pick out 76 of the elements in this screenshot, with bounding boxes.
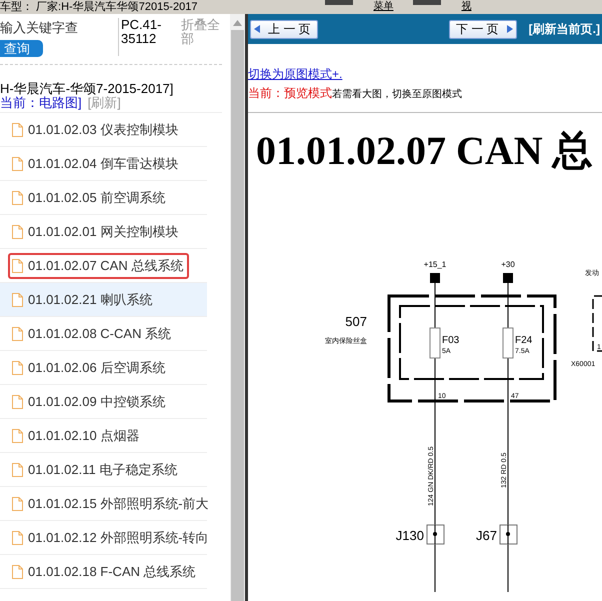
connector-label: J130 — [396, 528, 424, 543]
connector-icon — [500, 524, 518, 544]
supply-label: +15_1 — [424, 260, 446, 269]
item-label: 01.01.02.15 外部照明系统-前大 — [28, 494, 209, 512]
tree-item[interactable]: 01.01.02.03 仪表控制模块 — [8, 116, 184, 142]
file-icon — [12, 190, 23, 204]
item-label: 01.01.02.03 仪表控制模块 — [28, 120, 178, 138]
file-icon — [12, 394, 23, 408]
file-icon — [12, 326, 23, 340]
item-label: 01.01.02.04 倒车雷达模块 — [28, 154, 178, 172]
fuse-icon — [430, 328, 440, 358]
item-label: 01.01.02.10 点烟器 — [28, 426, 140, 444]
toolbar-icon[interactable] — [325, 0, 354, 5]
tree-item[interactable]: 01.01.02.07 CAN 总线系统 — [8, 252, 190, 278]
terminal-icon — [503, 273, 513, 283]
file-icon — [12, 564, 23, 578]
menu-link[interactable]: 视 — [461, 0, 472, 13]
switch-mode-link[interactable]: 切换为原图模式+. — [248, 66, 342, 83]
tree-item[interactable]: 01.01.02.04 倒车雷达模块 — [8, 150, 184, 176]
diagram-title: 01.01.02.07 CAN 总 — [255, 127, 594, 175]
file-icon — [12, 122, 23, 136]
item-label: 01.01.02.01 网关控制模块 — [28, 222, 178, 240]
tree-item[interactable]: 01.01.02.05 前空调系统 — [8, 184, 172, 210]
next-page-button[interactable]: 下 一 页 — [448, 20, 517, 38]
tree-item[interactable]: 01.01.02.12 外部照明系统-转向 — [8, 524, 215, 550]
fuse-name: F03 — [442, 335, 460, 346]
tree-item[interactable]: 01.01.02.06 后空调系统 — [8, 354, 172, 380]
tree-item[interactable]: 01.01.02.18 F-CAN 总线系统 — [8, 558, 202, 584]
supply-label: +30 — [501, 260, 515, 269]
item-label: 01.01.02.05 前空调系统 — [28, 188, 166, 206]
tree-item[interactable]: 01.01.02.08 C-CAN 系统 — [8, 320, 178, 346]
tree-item[interactable]: 01.01.02.01 网关控制模块 — [8, 218, 184, 244]
item-label: 01.01.02.12 外部照明系统-转向 — [28, 528, 209, 546]
item-label: 01.01.02.11 电子稳定系统 — [28, 460, 178, 478]
file-icon — [12, 496, 23, 510]
file-icon — [12, 462, 23, 476]
tree-item[interactable]: 01.01.02.09 中控锁系统 — [8, 388, 172, 414]
terminal-icon — [430, 273, 440, 283]
breadcrumb: H-华晨汽车-华颂7-2015-2017] — [0, 80, 174, 96]
vehicle-label: 车型： 厂家:H-华晨汽车华颂72015-2017 — [0, 0, 198, 14]
tree-item[interactable]: 01.01.02.10 点烟器 — [8, 422, 146, 448]
refresh-page-link[interactable]: [刷新当前页.] — [528, 20, 600, 38]
file-icon — [12, 258, 23, 272]
block-number: 507 — [345, 314, 367, 329]
code-label: PC.41-35112 — [118, 18, 175, 56]
menu-link[interactable]: 菜单 — [373, 0, 394, 13]
item-label: 01.01.02.06 后空调系统 — [28, 358, 166, 376]
scrollbar[interactable] — [230, 14, 245, 601]
tree-item[interactable]: 01.01.02.15 外部照明系统-前大 — [8, 490, 215, 516]
toolbar-icon[interactable] — [413, 0, 442, 5]
tree-item[interactable]: 01.01.02.21 喇叭系统 — [8, 286, 158, 312]
item-label: 01.01.02.08 C-CAN 系统 — [28, 324, 172, 342]
item-label: 01.01.02.07 CAN 总线系统 — [28, 256, 184, 274]
current-view-link[interactable]: 当前：电路图] — [0, 96, 82, 110]
item-label: 01.01.02.09 中控锁系统 — [28, 392, 166, 410]
item-label: 01.01.02.18 F-CAN 总线系统 — [28, 562, 196, 580]
file-icon — [12, 224, 23, 238]
scroll-up-icon[interactable] — [233, 20, 242, 26]
previous-page-button[interactable]: 上 一 页 — [250, 20, 318, 38]
file-icon — [12, 292, 23, 306]
left-arrow-icon — [254, 25, 260, 33]
search-button[interactable]: 查询 — [0, 40, 43, 57]
file-icon — [12, 530, 23, 544]
file-icon — [12, 428, 23, 442]
fuse-icon — [502, 328, 514, 358]
item-label: 01.01.02.21 喇叭系统 — [28, 290, 152, 308]
file-icon — [12, 360, 23, 374]
mode-hint: 若需看大图，切换至原图模式 — [332, 88, 462, 101]
current-mode-label: 当前：预览模式 — [248, 85, 332, 102]
connector-label: J67 — [476, 528, 497, 543]
module-outline — [592, 295, 602, 352]
file-icon — [12, 156, 23, 170]
fuse-name: F24 — [515, 335, 532, 346]
right-arrow-icon — [506, 25, 513, 33]
connector-icon — [426, 524, 444, 544]
tree-item[interactable]: 01.01.02.11 电子稳定系统 — [8, 456, 184, 482]
